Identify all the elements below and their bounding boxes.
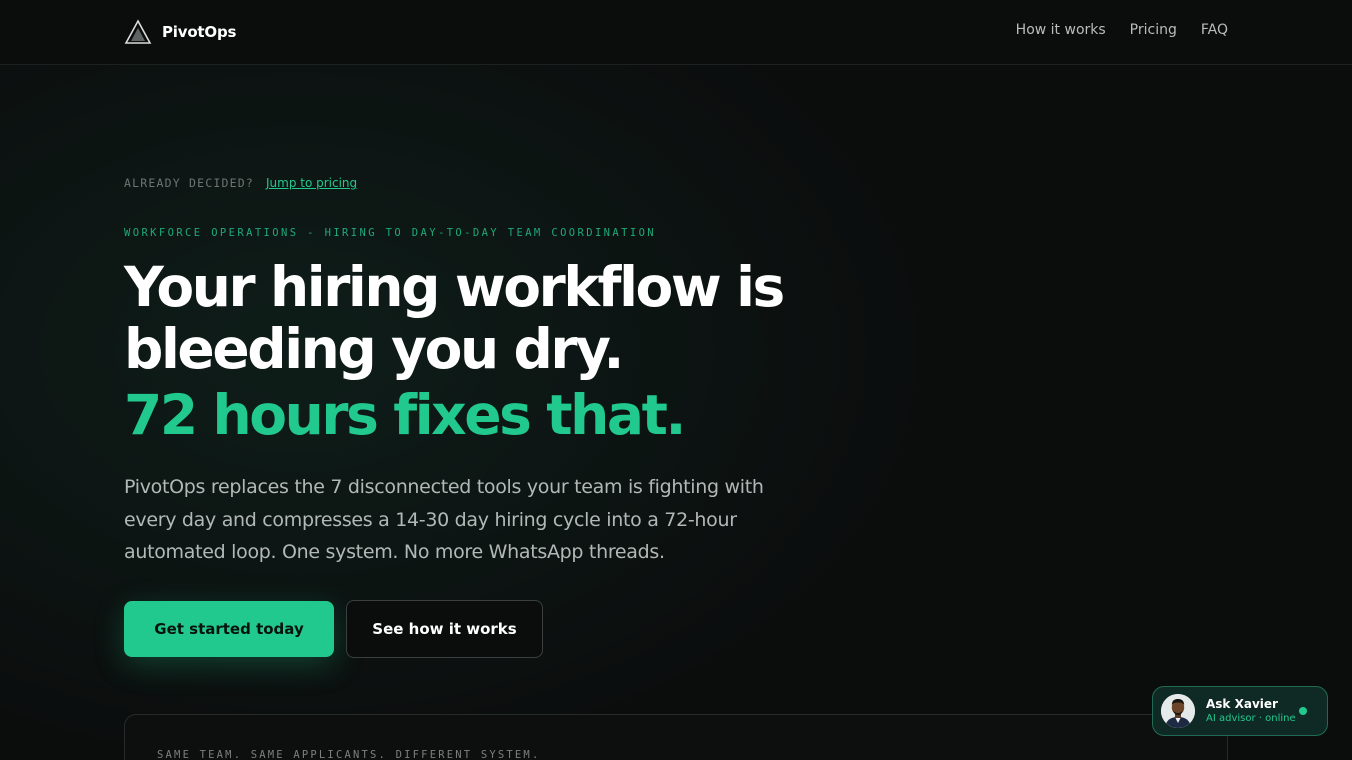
nav-pricing[interactable]: Pricing (1130, 22, 1177, 38)
already-decided-label: ALREADY DECIDED? (124, 176, 254, 190)
hero-subcopy: PivotOps replaces the 7 disconnected too… (124, 476, 764, 563)
nav-faq[interactable]: FAQ (1201, 22, 1228, 38)
chat-text: Ask Xavier AI advisor · online (1206, 697, 1299, 725)
chat-status: AI advisor · online (1206, 713, 1296, 724)
page: PivotOps How it works Pricing FAQ ALREAD… (0, 0, 1352, 760)
cta-row: Get started today See how it works (124, 600, 543, 658)
avatar (1161, 694, 1195, 728)
pre-line: ALREADY DECIDED? Jump to pricing (124, 176, 357, 190)
brand-name: PivotOps (162, 23, 237, 41)
online-status-dot (1299, 707, 1307, 715)
jump-to-pricing-link[interactable]: Jump to pricing (266, 176, 357, 190)
nav-how-it-works[interactable]: How it works (1016, 22, 1106, 38)
advisor-avatar-icon (1161, 694, 1195, 728)
get-started-button[interactable]: Get started today (124, 601, 334, 657)
chat-name: Ask Xavier (1206, 697, 1278, 711)
comparison-card: SAME TEAM. SAME APPLICANTS. DIFFERENT SY… (124, 714, 1228, 760)
hero-headline: Your hiring workflow is bleeding you dry… (124, 256, 884, 446)
ask-xavier-chat-button[interactable]: Ask Xavier AI advisor · online (1152, 686, 1328, 736)
triangle-logo-icon (124, 19, 152, 44)
headline-accent: 72 hours fixes that. (124, 383, 686, 447)
site-header: PivotOps How it works Pricing FAQ (0, 0, 1352, 65)
main-nav: How it works Pricing FAQ (1016, 22, 1228, 38)
headline-line-1: Your hiring workflow is (124, 255, 785, 319)
see-how-it-works-button[interactable]: See how it works (346, 600, 543, 658)
comparison-label: SAME TEAM. SAME APPLICANTS. DIFFERENT SY… (157, 749, 541, 760)
hero-eyebrow: WORKFORCE OPERATIONS - HIRING TO DAY-TO-… (124, 227, 657, 239)
headline-line-2: bleeding you dry. (124, 317, 624, 381)
brand-logo-link[interactable]: PivotOps (124, 18, 236, 46)
